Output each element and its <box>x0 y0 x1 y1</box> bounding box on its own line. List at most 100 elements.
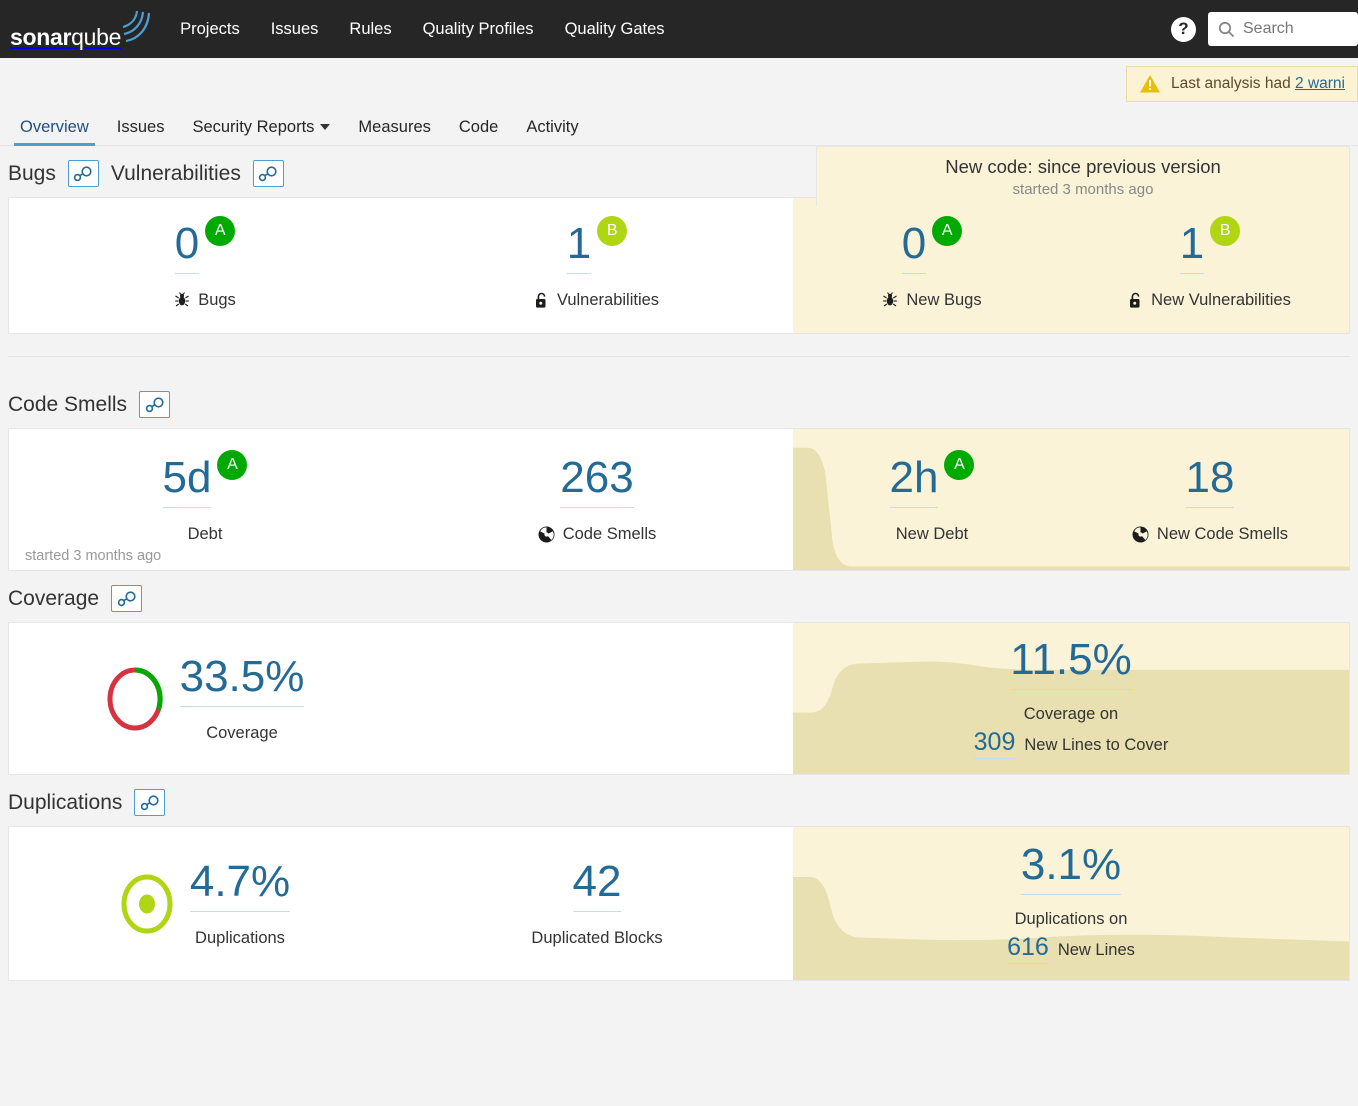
bug-icon <box>882 292 898 308</box>
measure-coverage[interactable]: 33.5% Coverage <box>9 623 401 774</box>
banner-area: Last analysis had 2 warni <box>0 58 1358 108</box>
nav-link-projects[interactable]: Projects <box>180 21 240 38</box>
duplications-history-button[interactable] <box>134 789 165 816</box>
duplicated-blocks-label: Duplicated Blocks <box>531 929 662 948</box>
vulnerabilities-title: Vulnerabilities <box>111 162 241 186</box>
history-trend-icon <box>140 795 160 811</box>
code-smells-new-code-measures: 2h A New Debt 18 <box>793 429 1349 570</box>
tab-overview-label: Overview <box>20 119 89 136</box>
duplications-title: Duplications <box>8 791 122 815</box>
duplications-section-header: Duplications <box>0 775 1358 826</box>
brand-sub: qube <box>71 24 121 50</box>
new-bugs-label: New Bugs <box>906 291 981 310</box>
open-lock-icon <box>1129 292 1143 309</box>
measure-duplicated-blocks[interactable]: 42 Duplicated Blocks <box>401 827 793 980</box>
duplications-value[interactable]: 4.7% <box>190 860 290 912</box>
measure-new-debt[interactable]: 2h A New Debt <box>793 429 1071 570</box>
code-smells-title: Code Smells <box>8 393 127 417</box>
coverage-history-button[interactable] <box>111 585 142 612</box>
history-trend-icon <box>145 397 165 413</box>
vulnerabilities-history-button[interactable] <box>253 160 284 187</box>
duplicated-blocks-value[interactable]: 42 <box>573 860 622 912</box>
search-input[interactable]: Search <box>1208 12 1358 46</box>
nav-link-rules[interactable]: Rules <box>349 21 391 38</box>
bugs-overall-measures: 0 A <box>9 198 793 333</box>
history-trend-icon <box>258 166 278 182</box>
section-divider <box>8 356 1350 357</box>
help-icon[interactable]: ? <box>1171 17 1196 42</box>
nav-link-issues[interactable]: Issues <box>271 21 319 38</box>
tab-code-label: Code <box>459 119 498 136</box>
duplications-panel: 4.7% Duplications 42 Duplicated Blocks <box>8 826 1350 981</box>
measure-vulnerabilities[interactable]: 1 B Vulnerabilities <box>401 198 793 333</box>
bugs-vulnerabilities-panel: 0 A <box>8 197 1350 334</box>
new-debt-value[interactable]: 2h <box>890 456 939 508</box>
new-debt-rating-badge: A <box>944 450 974 480</box>
code-smells-overall-measures: 5d A Debt 263 <box>9 429 793 570</box>
nav-right-group: ? Search <box>1171 0 1358 58</box>
measure-new-bugs[interactable]: 0 A <box>793 198 1071 333</box>
code-smells-label: Code Smells <box>563 525 657 544</box>
history-trend-icon <box>73 166 93 182</box>
measure-duplications[interactable]: 4.7% Duplications <box>9 827 401 980</box>
tab-code[interactable]: Code <box>445 119 512 146</box>
logo-swoosh-icon <box>122 10 152 47</box>
measure-code-smells[interactable]: 263 Code Smells <box>401 429 793 570</box>
debt-value[interactable]: 5d <box>163 456 212 508</box>
bugs-label: Bugs <box>198 291 236 310</box>
new-coverage-label-line2: New Lines to Cover <box>1024 736 1168 755</box>
tab-security-reports[interactable]: Security Reports <box>178 119 344 146</box>
banner-text-static: Last analysis had <box>1171 75 1295 92</box>
bugs-measure-label-row: Bugs <box>174 291 236 310</box>
debt-label: Debt <box>188 525 223 544</box>
bugs-new-code-measures: 0 A <box>793 198 1349 333</box>
coverage-value[interactable]: 33.5% <box>180 655 305 707</box>
duplicated-blocks-label-row: Duplicated Blocks <box>531 929 662 948</box>
nav-link-quality-gates[interactable]: Quality Gates <box>565 21 665 38</box>
overview-page: New code: since previous version started… <box>0 146 1358 981</box>
vulnerabilities-value[interactable]: 1 <box>567 222 591 274</box>
brand-main: sonar <box>10 24 71 50</box>
code-smells-started-note: started 3 months ago <box>25 548 161 564</box>
bugs-history-button[interactable] <box>68 160 99 187</box>
coverage-label: Coverage <box>206 724 278 743</box>
measure-new-vulnerabilities[interactable]: 1 B New Vulnerabilities <box>1071 198 1349 333</box>
sonarqube-logo[interactable]: sonarqube <box>10 10 152 49</box>
code-smells-history-button[interactable] <box>139 391 170 418</box>
new-bugs-value[interactable]: 0 <box>902 222 926 274</box>
new-code-smells-value[interactable]: 18 <box>1186 456 1235 508</box>
debt-rating-badge: A <box>217 450 247 480</box>
tab-activity[interactable]: Activity <box>512 119 592 146</box>
duplications-label-row: Duplications <box>195 929 285 948</box>
bugs-value[interactable]: 0 <box>175 222 199 274</box>
vulnerabilities-label: Vulnerabilities <box>557 291 659 310</box>
bug-icon <box>174 292 190 308</box>
new-vulnerabilities-value[interactable]: 1 <box>1180 222 1204 274</box>
new-vulnerabilities-rating-badge: B <box>1210 216 1240 246</box>
measure-new-code-smells[interactable]: 18 New Code Smells <box>1071 429 1349 570</box>
vulnerabilities-measure-label-row: Vulnerabilities <box>535 291 659 310</box>
banner-warnings-link[interactable]: 2 warni <box>1295 75 1345 92</box>
coverage-panel: 33.5% Coverage 11.5% Coverage on 309 <box>8 622 1350 775</box>
new-coverage-label-line1: Coverage on <box>974 705 1169 724</box>
chevron-down-icon <box>320 124 330 130</box>
new-coverage-value[interactable]: 11.5% <box>1010 638 1132 690</box>
new-lines-count[interactable]: 616 <box>1007 934 1049 963</box>
analysis-warning-banner: Last analysis had 2 warni <box>1126 66 1358 102</box>
nav-link-quality-profiles[interactable]: Quality Profiles <box>423 21 534 38</box>
code-smells-value[interactable]: 263 <box>560 456 633 508</box>
new-vulnerabilities-label: New Vulnerabilities <box>1151 291 1291 310</box>
new-code-smells-label-row: New Code Smells <box>1132 525 1288 544</box>
banner-text: Last analysis had 2 warni <box>1171 75 1345 93</box>
search-placeholder: Search <box>1243 20 1294 38</box>
measure-bugs[interactable]: 0 A <box>9 198 401 333</box>
search-icon <box>1218 21 1235 38</box>
vulnerabilities-rating-badge: B <box>597 216 627 246</box>
open-lock-icon <box>535 292 549 309</box>
code-smells-section-header: Code Smells <box>0 377 1358 428</box>
tab-overview[interactable]: Overview <box>6 119 103 146</box>
new-duplications-value[interactable]: 3.1% <box>1021 843 1121 895</box>
tab-measures[interactable]: Measures <box>344 119 444 146</box>
tab-issues[interactable]: Issues <box>103 119 179 146</box>
new-lines-to-cover-count[interactable]: 309 <box>974 729 1016 758</box>
